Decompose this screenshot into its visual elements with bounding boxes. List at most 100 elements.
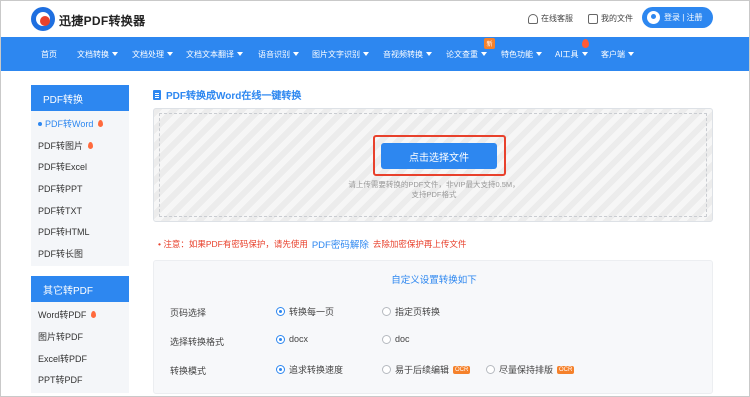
login-register-button[interactable]: 登录 | 注册 (642, 7, 713, 28)
password-notice: • 注意：如果PDF有密码保护，请先使用 PDF密码解除 去除加密保护再上传文件 (158, 237, 466, 251)
radio-icon (382, 365, 391, 374)
active-dot-icon (38, 121, 42, 126)
nav-item-label: 文档处理 (132, 49, 164, 59)
headset-icon (528, 13, 538, 24)
choose-file-button[interactable]: 点击选择文件 (381, 143, 497, 169)
caret-down-icon (112, 52, 118, 56)
settings-title: 自定义设置转换如下 (391, 275, 477, 286)
sidebar-section-pdf-convert: PDF转换 (31, 85, 129, 111)
sidebar-item-pdf-to-word[interactable]: PDF转Word (31, 113, 129, 135)
sidebar-item-pdf-to-txt[interactable]: PDF转TXT (31, 199, 129, 221)
radio-selected-icon (276, 365, 285, 374)
nav-item-ocr[interactable]: 图片文字识别 (312, 37, 369, 71)
sidebar-item-label: PDF转HTML (38, 227, 90, 238)
page-title-text: PDF转换成Word在线一键转换 (166, 91, 302, 102)
option-easy-edit[interactable]: 易于后续编辑 OCR (382, 363, 471, 376)
login-register-label: 登录 | 注册 (664, 13, 703, 22)
sidebar-item-pdf-to-long-image[interactable]: PDF转长图 (31, 243, 129, 265)
caret-down-icon (536, 52, 542, 56)
pdf-password-remove-link[interactable]: PDF密码解除 (312, 237, 369, 251)
flame-icon (91, 311, 97, 319)
nav-item-doc-convert[interactable]: 文档转换 (77, 37, 118, 71)
sidebar-item-word-to-pdf[interactable]: Word转PDF (31, 304, 129, 326)
nav-item-speech[interactable]: 语音识别 (258, 37, 299, 71)
option-label: 尽量保持排版 (499, 365, 554, 375)
option-docx[interactable]: docx (276, 334, 308, 344)
sidebar-item-label: PDF转PPT (38, 184, 83, 195)
ocr-badge: OCR (557, 365, 575, 374)
radio-icon (486, 365, 495, 374)
caret-down-icon (237, 52, 243, 56)
caret-down-icon (426, 52, 432, 56)
sidebar-item-label: PDF转Excel (38, 162, 88, 173)
sidebar-item-label: 图片转PDF (38, 332, 84, 343)
nav-item-label: 论文查重 (446, 49, 478, 59)
notice-suffix: 去除加密保护再上传文件 (372, 239, 467, 249)
site-header: 迅捷PDF转换器 在线客服 我的文件 登录 | 注册 (1, 1, 749, 37)
logo-icon[interactable] (31, 7, 55, 31)
nav-item-label: 特色功能 (501, 49, 533, 59)
option-label: doc (395, 334, 410, 344)
option-keep-layout[interactable]: 尽量保持排版 OCR (486, 363, 575, 376)
nav-item-features[interactable]: 特色功能 (501, 37, 542, 71)
sidebar-item-label: Word转PDF (38, 310, 87, 321)
nav-item-doc-process[interactable]: 文档处理 (132, 37, 173, 71)
option-doc[interactable]: doc (382, 334, 410, 344)
sidebar-item-pdf-to-image[interactable]: PDF转图片 (31, 135, 129, 157)
option-label: 追求转换速度 (289, 365, 344, 375)
notice-prefix: • 注意：如果PDF有密码保护，请先使用 (158, 239, 308, 249)
sidebar-list-pdf-convert: PDF转Word PDF转图片 PDF转Excel PDF转PPT PDF转TX… (31, 111, 129, 267)
upload-dropzone-inner: 点击选择文件 请上传需要转换的PDF文件，非VIP最大支持0.5M， 支持PDF… (159, 113, 707, 217)
caret-down-icon (581, 52, 588, 56)
upload-hint-line2: 支持PDF格式 (411, 190, 457, 199)
caret-down-icon (293, 52, 299, 56)
nav-item-label: 语音识别 (258, 49, 290, 59)
nav-item-label: 首页 (41, 49, 57, 59)
main-nav: 首页 文档转换 文档处理 文档文本翻译 语音识别 图片文字识别 音视频转换 论文… (1, 37, 749, 71)
my-files-label: 我的文件 (601, 14, 633, 23)
sidebar-item-pdf-to-ppt[interactable]: PDF转PPT (31, 178, 129, 200)
nav-item-paper[interactable]: 论文查重 (446, 37, 487, 71)
nav-item-client[interactable]: 客户端 (601, 37, 634, 71)
option-specific-pages[interactable]: 指定页转换 (382, 305, 440, 318)
caret-down-icon (167, 52, 173, 56)
sidebar-item-label: PPT转PDF (38, 375, 83, 386)
page-title: PDF转换成Word在线一键转换 (153, 87, 301, 102)
option-label: 转换每一页 (289, 307, 335, 317)
customer-service-label: 在线客服 (541, 14, 573, 23)
caret-down-icon (481, 52, 487, 56)
customer-service-link[interactable]: 在线客服 (528, 13, 573, 24)
user-avatar-icon (647, 11, 660, 24)
option-convert-every-page[interactable]: 转换每一页 (276, 305, 334, 318)
mode-label: 转换模式 (170, 366, 207, 376)
flame-icon (98, 120, 104, 128)
sidebar-item-label: PDF转TXT (38, 205, 82, 216)
conversion-settings-panel: 自定义设置转换如下 页码选择 转换每一页 指定页转换 选择转换格式 docx d… (153, 260, 713, 394)
nav-item-translate[interactable]: 文档文本翻译 (186, 37, 243, 71)
radio-selected-icon (276, 307, 285, 316)
sidebar-item-pdf-to-html[interactable]: PDF转HTML (31, 221, 129, 243)
nav-item-label: AI工具 (555, 49, 579, 59)
sidebar-item-excel-to-pdf[interactable]: Excel转PDF (31, 347, 129, 369)
sidebar-item-label: PDF转图片 (38, 140, 84, 151)
nav-item-home[interactable]: 首页 (41, 37, 57, 71)
document-icon (153, 89, 161, 100)
nav-item-label: 音视频转换 (383, 49, 423, 59)
sidebar: PDF转换 PDF转Word PDF转图片 PDF转Excel PDF转PPT … (31, 85, 129, 396)
sidebar-item-pdf-to-excel[interactable]: PDF转Excel (31, 156, 129, 178)
sidebar-item-ppt-to-pdf[interactable]: PPT转PDF (31, 369, 129, 391)
brand-name[interactable]: 迅捷PDF转换器 (59, 12, 145, 29)
upload-dropzone[interactable]: 点击选择文件 请上传需要转换的PDF文件，非VIP最大支持0.5M， 支持PDF… (153, 108, 713, 222)
option-label: docx (289, 334, 309, 344)
sidebar-list-other-to-pdf: Word转PDF 图片转PDF Excel转PDF PPT转PDF (31, 302, 129, 393)
nav-item-label: 文档转换 (77, 49, 109, 59)
nav-item-av[interactable]: 音视频转换 (383, 37, 432, 71)
flame-icon (582, 39, 589, 48)
flame-icon (88, 141, 94, 149)
page-frame: 迅捷PDF转换器 在线客服 我的文件 登录 | 注册 首页 文档转换 文档处理 … (0, 0, 750, 397)
caret-down-icon (363, 52, 369, 56)
sidebar-item-label: PDF转长图 (38, 248, 84, 259)
option-speed[interactable]: 追求转换速度 (276, 363, 343, 376)
my-files-link[interactable]: 我的文件 (588, 13, 633, 24)
sidebar-item-image-to-pdf[interactable]: 图片转PDF (31, 326, 129, 348)
